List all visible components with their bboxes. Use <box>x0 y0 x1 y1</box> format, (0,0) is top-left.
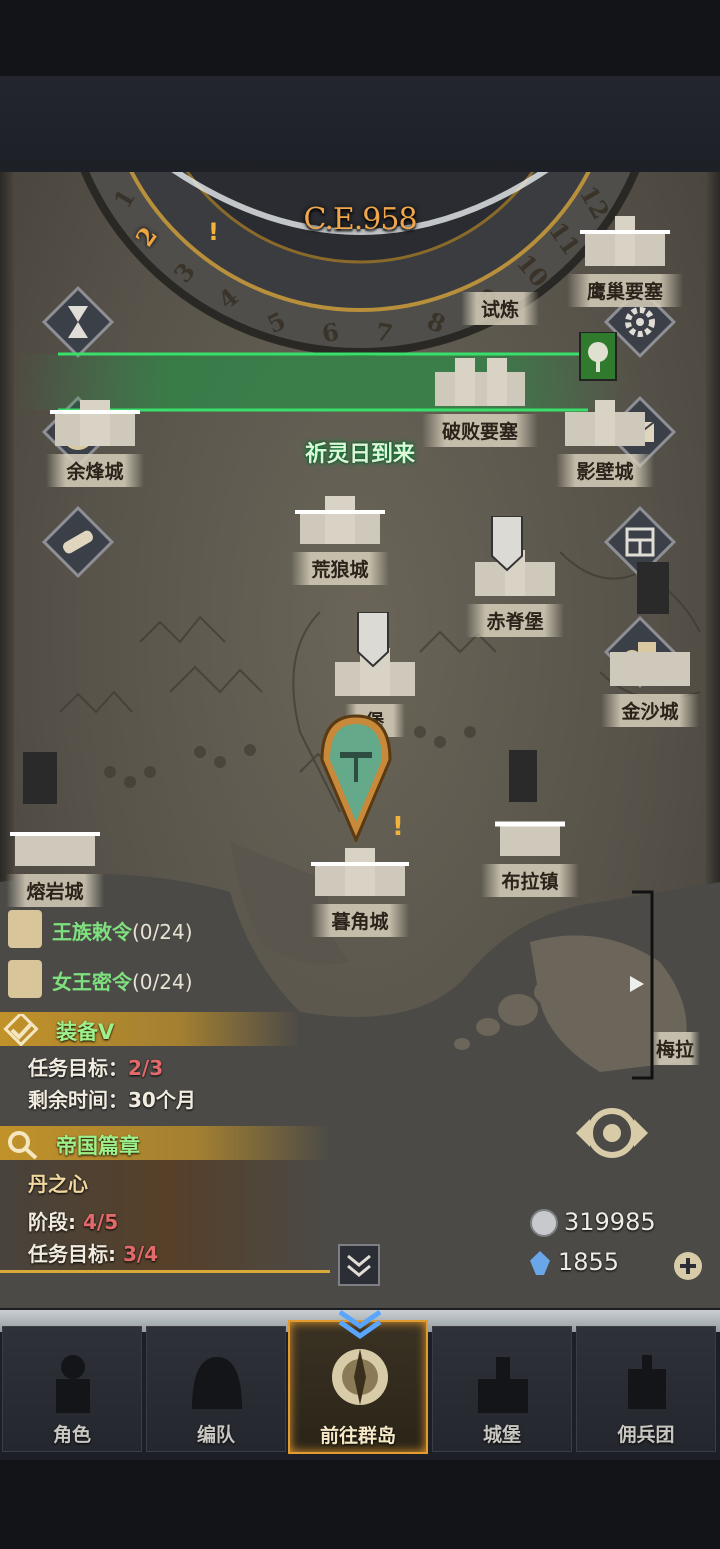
city-trial[interactable]: 试炼 <box>420 292 580 325</box>
collapse-button[interactable] <box>338 1244 380 1286</box>
city-huanglang[interactable]: 荒狼城 <box>265 490 415 585</box>
city-mujiao[interactable]: 暮角城 <box>285 842 435 937</box>
city-bula[interactable]: 布拉镇 <box>460 802 600 897</box>
add-crystal-button[interactable] <box>672 1250 704 1282</box>
dark-banner <box>23 752 57 804</box>
castle-icon <box>435 358 525 406</box>
locate-button[interactable] <box>556 1094 668 1172</box>
task-panel[interactable]: 装备V 任务目标：2/3 剩余时间：30个月 <box>0 1012 300 1112</box>
city-jinsha[interactable]: 金沙城 <box>580 632 720 727</box>
nav-formation[interactable]: 编队 <box>146 1326 286 1452</box>
bottom-nav: 角色 编队 前往群岛 城堡 佣兵团 <box>0 1309 720 1460</box>
crystal-resource: 1855 <box>530 1248 619 1276</box>
search-icon <box>8 1131 38 1160</box>
castle-icon <box>311 848 409 896</box>
scroll-icon <box>8 910 42 948</box>
silver-resource: 319985 <box>530 1208 656 1237</box>
castle-icon <box>610 652 690 686</box>
scroll-button[interactable] <box>38 502 118 582</box>
alert-icon: ! <box>392 812 404 842</box>
silver-coin-icon <box>530 1209 558 1237</box>
city-yufeng[interactable]: 余烽城 <box>20 392 170 487</box>
castle-icon <box>295 496 385 544</box>
system-nav-bar <box>0 1460 720 1549</box>
knight-icon <box>56 1355 90 1413</box>
story-panel[interactable]: 帝国篇章 丹之心 阶段: 4/5 任务目标: 3/4 <box>0 1126 330 1272</box>
castle-icon <box>580 216 670 266</box>
castle-icon <box>50 400 140 446</box>
alert-icon: ! <box>208 218 219 246</box>
castle-icon <box>495 821 565 856</box>
city-meila[interactable]: 梅拉 <box>650 1032 720 1065</box>
dark-banner <box>509 750 537 802</box>
empty-banner <box>491 516 523 572</box>
nav-character[interactable]: 角色 <box>2 1326 142 1452</box>
chevron-down-icon <box>338 1309 382 1340</box>
compass-icon <box>332 1349 388 1405</box>
player-location-marker[interactable] <box>318 712 394 842</box>
checkmark-icon <box>3 1014 39 1046</box>
castle-icon <box>10 832 100 866</box>
empty-banner <box>357 612 389 668</box>
crystal-icon <box>530 1251 550 1275</box>
helmet-icon <box>192 1357 242 1409</box>
panel-underline <box>0 1270 330 1273</box>
side-panel-handle[interactable] <box>626 890 656 1080</box>
city-lava[interactable]: 熔岩城 <box>0 812 110 907</box>
arrow-right-icon <box>630 976 644 992</box>
header-band <box>0 76 720 172</box>
dark-banner <box>637 562 669 614</box>
scroll-icon <box>8 960 42 998</box>
tree-banner <box>579 332 617 381</box>
castle-icon <box>565 400 645 446</box>
nav-mercenary[interactable]: 佣兵团 <box>576 1326 716 1452</box>
city-yingbi[interactable]: 影壁城 <box>530 392 680 487</box>
nav-islands[interactable]: 前往群岛 <box>288 1309 428 1454</box>
nav-castle[interactable]: 城堡 <box>432 1326 572 1452</box>
castle-icon <box>478 1357 528 1413</box>
status-bar <box>0 0 720 76</box>
fist-banner-icon <box>628 1355 666 1409</box>
